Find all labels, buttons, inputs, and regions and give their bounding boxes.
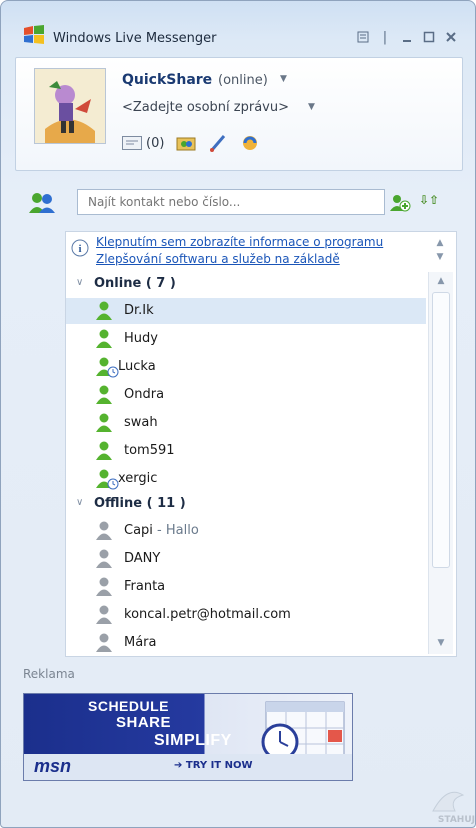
contact-item[interactable]: Capi - Hallo [66,518,426,544]
contact-name: Capi [124,523,153,538]
group-header-offline[interactable]: ∨ Offline ( 11 ) [66,494,426,518]
profile-panel: QuickShare (online) ▼ <Zadejte osobní zp… [15,57,463,171]
mail-count[interactable]: (0) [146,136,164,151]
sort-icon[interactable]: ⇩⇧ [419,193,439,207]
contact-name: xergic [118,471,158,486]
user-name[interactable]: QuickShare [122,72,212,88]
contact-item[interactable]: Franta [66,574,426,600]
group-title: Online ( 7 ) [94,276,176,291]
scroll-down-icon[interactable]: ▼ [433,638,449,648]
buddy-online-icon [96,385,114,409]
msn-logo: msn [34,756,72,776]
contacts-icon[interactable] [27,191,57,219]
mail-icon[interactable] [122,134,142,152]
contact-item[interactable]: Dr.Ik [66,298,426,324]
buddy-online-icon [96,329,114,353]
info-icon: i [70,238,90,262]
ad-headline-3: SIMPLIFY [154,732,232,749]
menu-icon[interactable] [355,29,371,45]
info-line-2[interactable]: Zlepšování softwaru a služeb na základě [96,251,426,268]
add-contact-icon[interactable] [389,193,411,217]
contact-item[interactable]: Ondra [66,382,426,408]
maximize-icon[interactable] [421,29,437,45]
contact-personal-message: - Hallo [152,523,199,538]
ad-banner[interactable]: SCHEDULE SHARE SIMPLIFY msn ➔ TRY IT NOW [23,693,353,781]
buddy-offline-icon [96,633,114,657]
contact-name: Franta [124,579,166,594]
minimize-icon[interactable] [399,29,415,45]
chevron-down-icon[interactable]: ▼ [308,102,315,112]
watermark: STAHUJ [437,815,475,825]
contact-name: koncal.petr@hotmail.com [124,607,291,622]
scroll-up-icon[interactable]: ▲ [433,276,449,286]
chevron-down-icon[interactable]: ∨ [76,497,83,508]
contact-name: Ondra [124,387,165,402]
buddy-online-icon [96,301,114,325]
group-title: Offline ( 11 ) [94,496,186,511]
contact-name: Lucka [118,359,156,374]
buddy-offline-icon [96,577,114,601]
scroll-up-icon[interactable]: ▲ [432,238,448,250]
contact-item[interactable]: DANY [66,546,426,572]
buddy-offline-icon [96,605,114,629]
search-row: ⇩⇧ [15,177,461,229]
window-title: Windows Live Messenger [53,31,217,46]
contact-item[interactable]: Lucka [66,354,426,380]
scroll-thumb[interactable] [432,292,450,568]
buddy-offline-icon [96,549,114,573]
contact-item[interactable]: Mára [66,630,426,656]
avatar[interactable] [34,68,106,144]
buddy-online-icon [96,441,114,465]
personal-message[interactable]: <Zadejte osobní zprávu> [122,100,289,115]
buddy-offline-icon [96,521,114,545]
close-icon[interactable] [443,29,459,45]
buddy-away-icon [96,469,120,495]
user-status[interactable]: (online) [218,73,268,88]
contact-item[interactable]: swah [66,410,426,436]
svg-text:i: i [78,243,81,255]
contact-name: Dr.Ik [124,303,154,318]
scrollbar[interactable]: ▲ ▼ [428,272,453,654]
title-bar[interactable]: Windows Live Messenger | [1,1,475,46]
contact-item[interactable]: tom591 [66,438,426,464]
chevron-down-icon[interactable]: ∨ [76,277,83,288]
buddy-online-icon [96,413,114,437]
search-input[interactable] [77,189,385,215]
ad-headline-1: SCHEDULE [88,698,170,714]
buddy-away-icon [96,357,120,383]
contact-item[interactable]: xergic [66,466,426,492]
ad-cta-label: TRY IT NOW [185,760,253,771]
chevron-down-icon[interactable]: ▼ [280,74,287,84]
separator-icon: | [382,29,388,45]
group-header-online[interactable]: ∨ Online ( 7 ) [66,274,426,298]
contact-item[interactable]: Hudy [66,326,426,352]
contact-name: Hudy [124,331,158,346]
games-icon[interactable] [240,134,260,152]
scroll-down-icon[interactable]: ▼ [432,252,448,264]
contact-name: swah [124,415,158,430]
contact-list: i Klepnutím sem zobrazíte informace o pr… [65,231,457,657]
info-line-1[interactable]: Klepnutím sem zobrazíte informace o prog… [96,234,426,251]
contact-name: DANY [124,551,161,566]
ad-label: Reklama [23,667,75,681]
contact-name: Mára [124,635,157,650]
ad-cta-button[interactable]: ➔ TRY IT NOW [174,760,253,771]
messenger-window: Windows Live Messenger | QuickShare (onl… [0,0,476,828]
contact-item[interactable]: koncal.petr@hotmail.com [66,602,426,628]
ad-headline-2: SHARE [116,714,172,731]
shared-folder-icon[interactable] [176,134,196,152]
windows-logo-icon [23,25,45,45]
info-banner[interactable]: i Klepnutím sem zobrazíte informace o pr… [66,232,426,270]
contact-name: tom591 [124,443,175,458]
brush-icon[interactable] [208,134,228,152]
